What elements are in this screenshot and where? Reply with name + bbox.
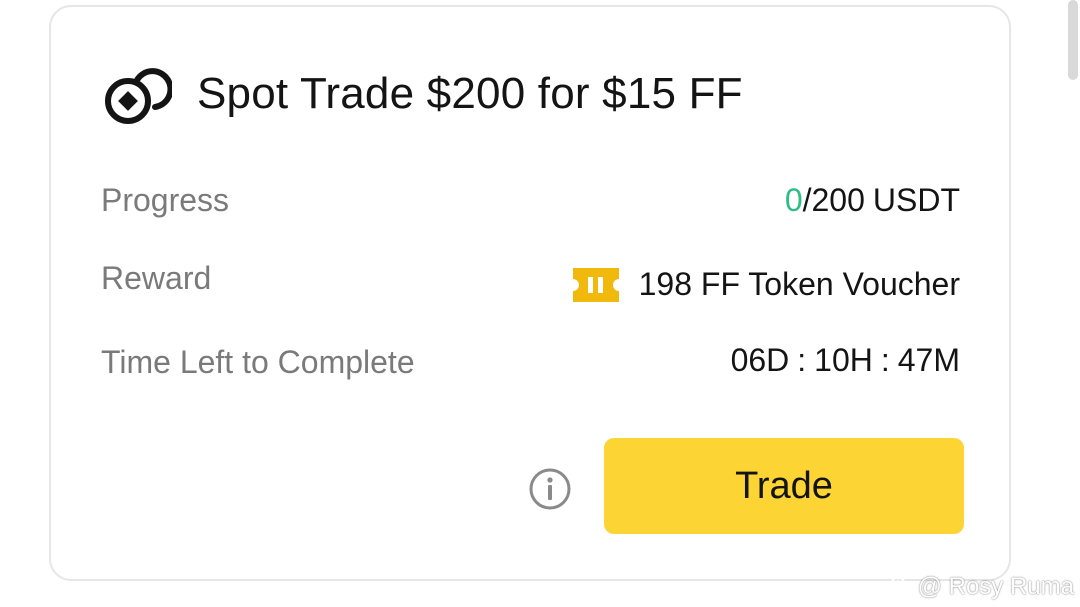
progress-target: /200 [802, 182, 865, 218]
binance-logo-icon [884, 573, 912, 601]
reward-label: Reward [101, 260, 212, 296]
voucher-ticket-icon [572, 267, 619, 302]
countdown-timer: 06D : 10H : 47M [731, 342, 960, 379]
timer-minutes: 47M [897, 342, 960, 378]
scrollbar[interactable] [1068, 0, 1078, 80]
timer-hours: 10H [814, 342, 873, 378]
timer-separator: : [797, 342, 807, 378]
info-icon[interactable] [528, 467, 572, 511]
task-header: Spot Trade $200 for $15 FF [101, 59, 743, 129]
coins-icon [101, 58, 173, 130]
task-title: Spot Trade $200 for $15 FF [197, 69, 743, 118]
trade-button[interactable]: Trade [604, 438, 964, 534]
watermark-text: @ Rosy Ruma [917, 573, 1074, 600]
progress-label: Progress [101, 182, 230, 218]
reward-value: 198 FF Token Voucher [572, 266, 960, 303]
progress-value: 0 /200 USDT [785, 182, 960, 219]
timer-separator: : [880, 342, 890, 378]
watermark: @ Rosy Ruma [884, 573, 1074, 601]
time-left-label: Time Left to Complete [101, 344, 415, 380]
progress-current: 0 [784, 182, 803, 218]
task-card: Spot Trade $200 for $15 FF Progress 0 /2… [49, 5, 1011, 581]
progress-unit: USDT [872, 182, 960, 218]
page: Spot Trade $200 for $15 FF Progress 0 /2… [0, 0, 1080, 607]
reward-text: 198 FF Token Voucher [638, 266, 960, 302]
timer-days: 06D [730, 342, 790, 378]
